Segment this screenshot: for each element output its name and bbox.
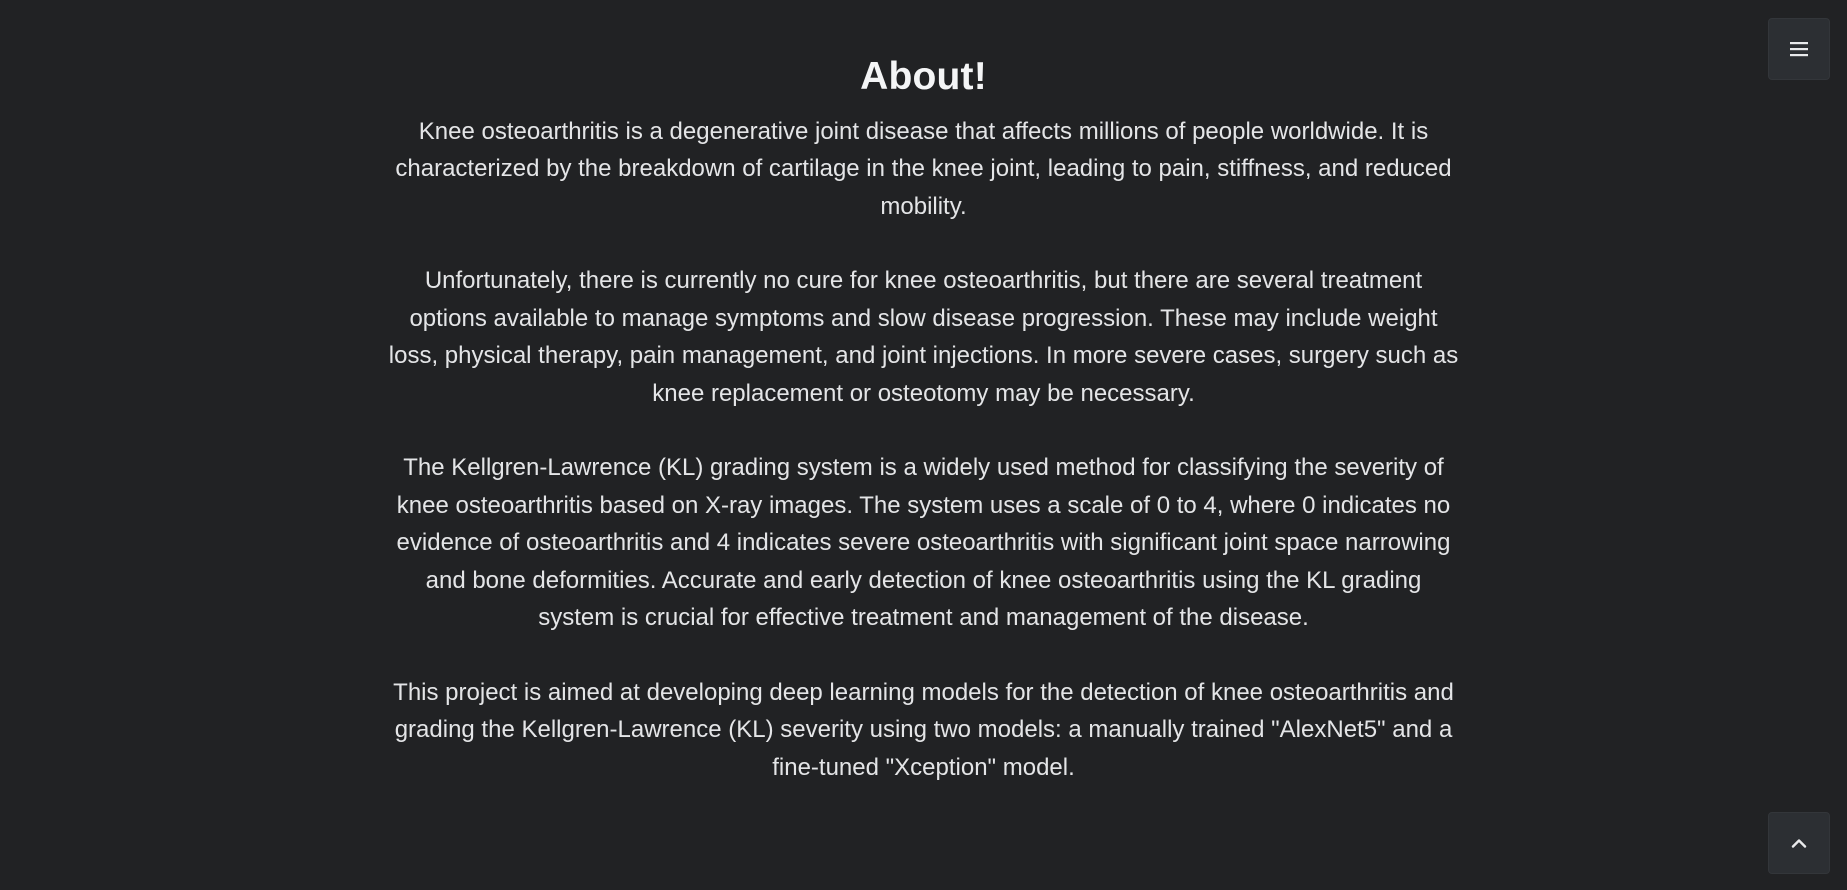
about-paragraph-intro: Knee osteoarthritis is a degenerative jo… [395,117,1452,220]
page-title: About! [860,55,987,98]
chevron-up-icon [1791,838,1807,848]
about-paragraph-project: This project is aimed at developing deep… [393,678,1454,781]
about-section: About! Knee osteoarthritis is a degenera… [385,54,1462,786]
about-page: About! Knee osteoarthritis is a degenera… [0,0,1847,890]
about-paragraph-treatment: Unfortunately, there is currently no cur… [388,267,1459,407]
menu-button[interactable] [1768,18,1830,80]
hamburger-menu-icon [1790,41,1808,57]
scroll-to-top-button[interactable] [1768,812,1830,874]
about-paragraph-kl-grading: The Kellgren-Lawrence (KL) grading syste… [396,454,1451,632]
